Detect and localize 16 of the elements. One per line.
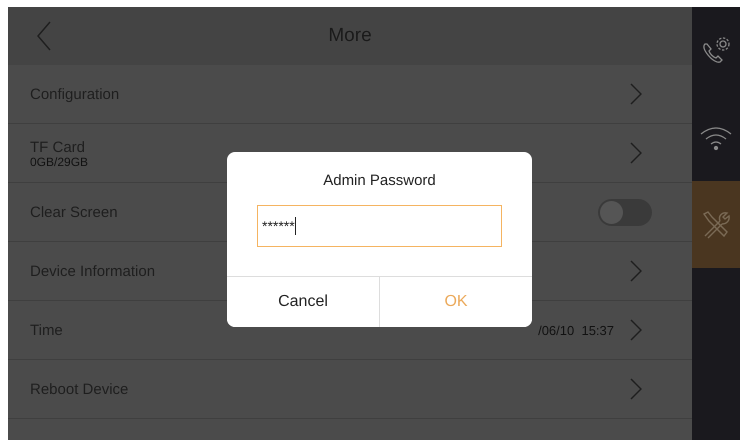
password-value: ****** — [262, 218, 295, 234]
back-icon[interactable] — [36, 21, 52, 51]
chevron-right-icon — [630, 142, 642, 164]
toggle-switch[interactable] — [598, 198, 652, 226]
chevron-right-icon — [630, 378, 642, 400]
chevron-right-icon — [630, 260, 642, 282]
chevron-right-icon — [630, 319, 642, 341]
ok-button[interactable]: OK — [379, 277, 532, 327]
row-value: /06/10 15:37 — [538, 322, 614, 338]
wrench-screwdriver-icon — [700, 208, 732, 240]
sidebar-tab[interactable] — [692, 181, 740, 268]
dialog-title: Admin Password — [323, 172, 436, 189]
wifi-icon — [699, 124, 733, 150]
row-sublabel: 0GB/29GB — [30, 156, 88, 168]
chevron-right-icon — [630, 83, 642, 105]
password-field[interactable]: ****** — [257, 205, 502, 247]
